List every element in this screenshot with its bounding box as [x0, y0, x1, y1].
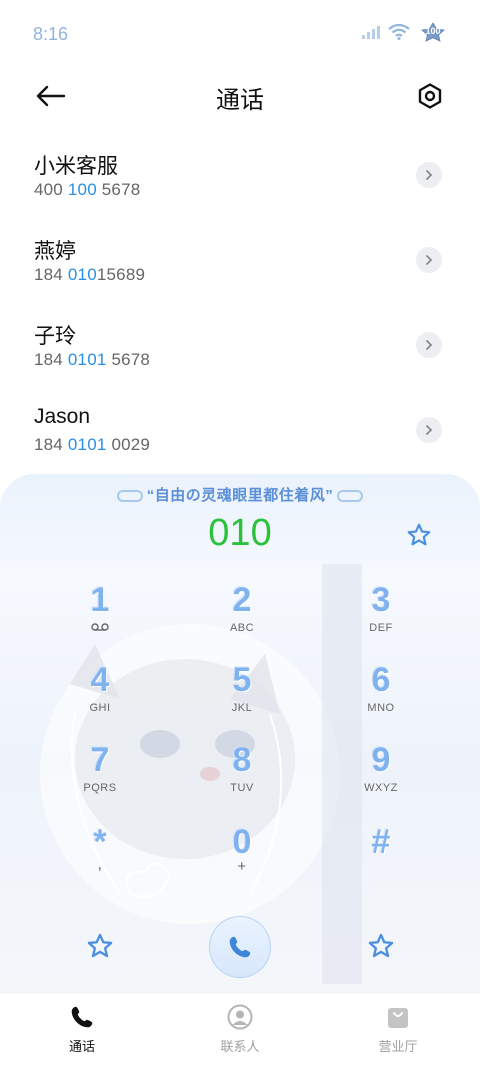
tab-store[interactable]: 营业厅 — [348, 1002, 448, 1055]
contact-number: 184 01015689 — [34, 265, 146, 284]
phone-icon — [71, 1006, 93, 1028]
key-3[interactable]: 3 DEF — [321, 580, 441, 656]
detail-button[interactable] — [416, 417, 442, 443]
tab-bar: 通话 联系人 营业厅 — [0, 994, 480, 1067]
status-time: 8:16 — [33, 24, 69, 44]
key-0[interactable]: 0 + — [182, 822, 302, 898]
dialer-quote: “自由の灵魂眼里都住着风” — [0, 484, 480, 505]
chevron-right-icon — [426, 340, 433, 350]
status-icons: 100 — [362, 22, 448, 42]
call-button[interactable] — [209, 916, 271, 978]
settings-icon — [418, 83, 442, 109]
tab-calls[interactable]: 通话 — [32, 1002, 132, 1055]
detail-button[interactable] — [416, 247, 442, 273]
list-item[interactable]: Jason 184 0101 0029 — [0, 389, 480, 474]
header: 通话 — [0, 66, 480, 126]
list-item[interactable]: 燕婷 184 01015689 — [0, 219, 480, 304]
tab-label: 联系人 — [220, 1039, 260, 1054]
key-1[interactable]: 1 — [40, 580, 160, 656]
tab-label: 营业厅 — [378, 1039, 418, 1054]
key-star[interactable]: * , — [40, 822, 160, 898]
contact-number: 400 100 5678 — [34, 180, 141, 199]
key-8[interactable]: 8 TUV — [182, 740, 302, 816]
star-icon[interactable] — [406, 522, 432, 548]
key-6[interactable]: 6 MNO — [321, 660, 441, 736]
cloud-icon — [337, 490, 364, 503]
chevron-right-icon — [426, 255, 433, 265]
chevron-right-icon — [426, 425, 433, 435]
key-7[interactable]: 7 PQRS — [40, 740, 160, 816]
wifi-icon — [388, 24, 410, 40]
person-icon — [227, 1004, 253, 1030]
tab-label: 通话 — [68, 1039, 95, 1054]
list-item[interactable]: 子玲 184 0101 5678 — [0, 304, 480, 389]
suggestion-list: 小米客服 400 100 5678 燕婷 184 01015689 子玲 184… — [0, 134, 480, 474]
battery-level: 100 — [425, 26, 441, 36]
dialer-panel: “自由の灵魂眼里都住着风” 010 1 2 ABC 3 DEF 4 GHI 5 … — [0, 474, 480, 994]
key-hash[interactable]: # — [321, 822, 441, 898]
contact-name: 子玲 — [34, 325, 76, 348]
tab-contacts[interactable]: 联系人 — [190, 1002, 290, 1055]
cloud-icon — [116, 490, 143, 503]
key-9[interactable]: 9 WXYZ — [321, 740, 441, 816]
voicemail-icon — [91, 623, 109, 631]
contact-name: 燕婷 — [34, 240, 76, 263]
dialer-actions — [0, 908, 480, 978]
key-5[interactable]: 5 JKL — [182, 660, 302, 736]
phone-icon — [229, 936, 251, 958]
detail-button[interactable] — [416, 162, 442, 188]
contact-name: Jason — [34, 405, 91, 428]
contact-number: 184 0101 0029 — [34, 435, 151, 454]
star-icon[interactable] — [367, 932, 395, 960]
page-title: 通话 — [216, 87, 264, 114]
signal-icon — [362, 26, 380, 39]
contact-name: 小米客服 — [34, 155, 118, 178]
chevron-right-icon — [426, 170, 433, 180]
key-2[interactable]: 2 ABC — [182, 580, 302, 656]
list-item[interactable]: 小米客服 400 100 5678 — [0, 134, 480, 219]
battery-icon: 100 — [418, 22, 448, 42]
contact-number: 184 0101 5678 — [34, 350, 151, 369]
status-bar: 8:16 100 — [0, 0, 480, 66]
detail-button[interactable] — [416, 332, 442, 358]
bag-icon — [388, 1008, 408, 1028]
key-4[interactable]: 4 GHI — [40, 660, 160, 736]
settings-button[interactable] — [410, 76, 450, 116]
star-icon[interactable] — [86, 932, 114, 960]
